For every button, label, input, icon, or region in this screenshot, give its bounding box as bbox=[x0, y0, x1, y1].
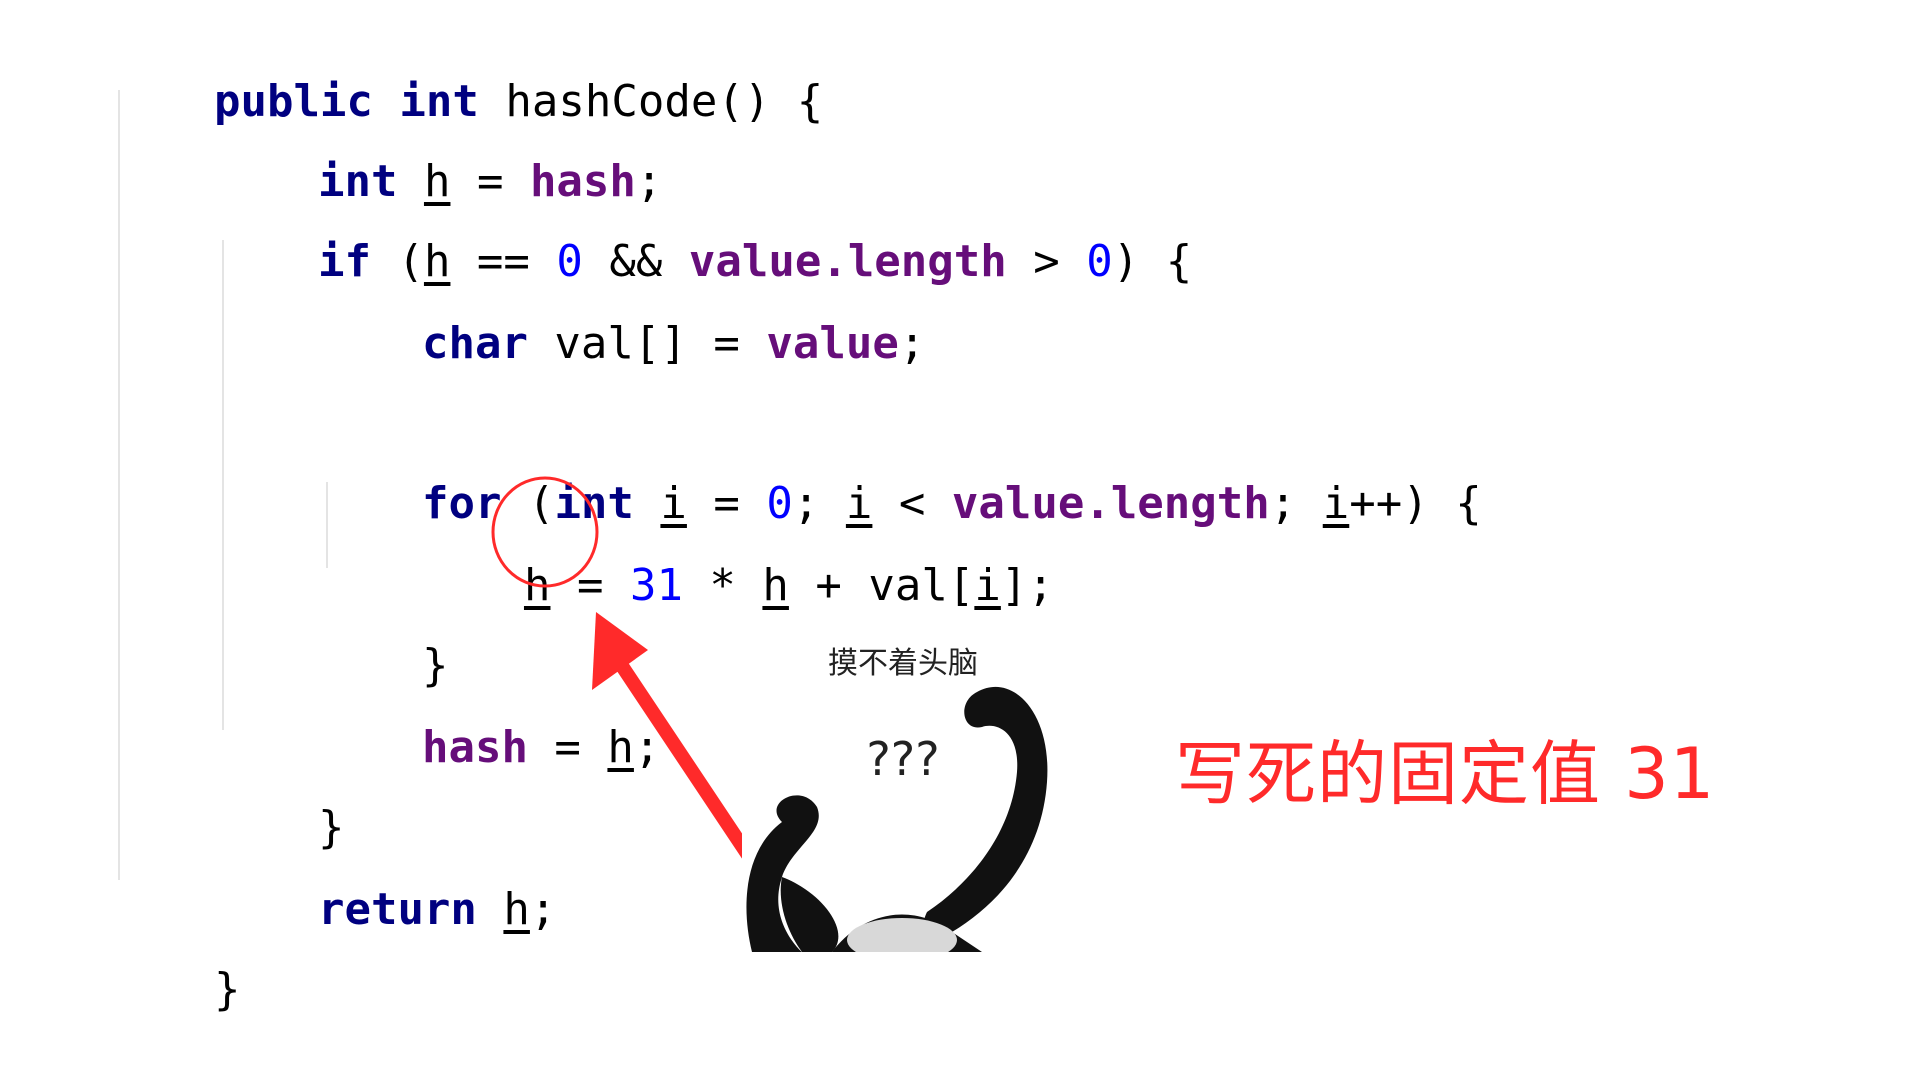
highlight-circle bbox=[491, 476, 599, 588]
meme-question-marks: ??? bbox=[866, 732, 940, 786]
meme-image: 摸不着头脑 ??? bbox=[742, 632, 1064, 952]
meme-caption: 摸不着头脑 bbox=[828, 646, 978, 681]
annotation-text: 写死的固定值 31 bbox=[1175, 733, 1716, 815]
right-arm bbox=[923, 686, 1048, 936]
arrow-head bbox=[592, 612, 648, 690]
closing-brace: } bbox=[213, 964, 241, 1015]
arrow-shaft bbox=[611, 653, 755, 862]
